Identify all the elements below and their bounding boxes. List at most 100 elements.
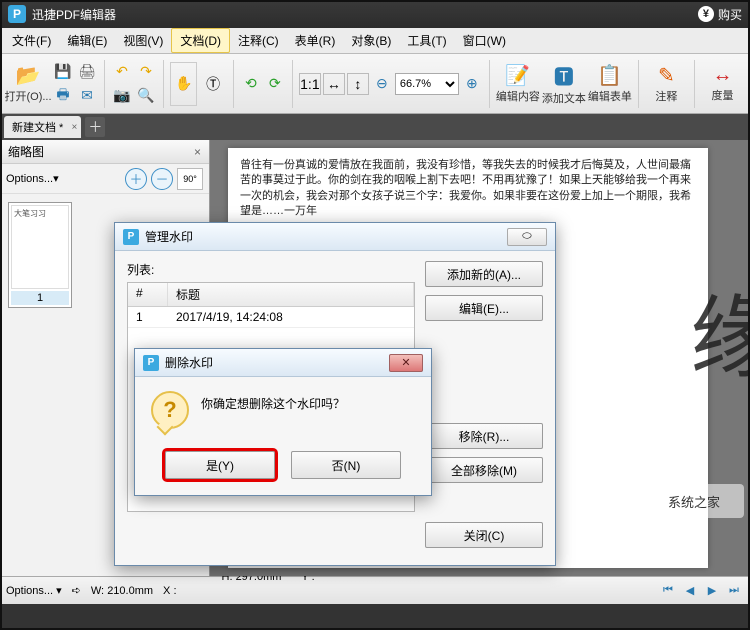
menu-file[interactable]: 文件(F) (4, 28, 59, 53)
save-icon[interactable]: 💾 (52, 61, 74, 83)
no-button[interactable]: 否(N) (291, 451, 401, 479)
text-select-icon[interactable]: Ⓣ (199, 62, 226, 106)
remove-button[interactable]: 移除(R)... (425, 423, 543, 449)
mail-icon[interactable]: ✉ (76, 85, 98, 107)
zoom-controls: 1:1 ↔ ↕ ⊖ 66.7% ⊕ (299, 73, 483, 95)
confirm-dialog-title: 删除水印 (165, 354, 213, 371)
menu-window[interactable]: 窗口(W) (455, 28, 514, 53)
zoom-out-icon[interactable]: ⊖ (371, 73, 393, 95)
app-logo-icon: P (8, 5, 26, 23)
menu-form[interactable]: 表单(R) (287, 28, 344, 53)
rotate-tools: ⟲ ⟳ (240, 73, 286, 95)
toolbar: 📂 打开(O)... 💾 🖨 🖶 ✉ ↶ ↷ 📷 🔍 ✋ Ⓣ ⟲ ⟳ 1:1 ↔… (0, 54, 750, 114)
fit-width-icon[interactable]: ↔ (323, 73, 345, 95)
dialog-logo-icon: P (123, 229, 139, 245)
edit-form-button[interactable]: 📋 编辑表单 (588, 62, 632, 106)
last-page-icon[interactable]: ⏭ (724, 582, 744, 600)
manage-dialog-title: 管理水印 (145, 228, 193, 245)
fit-page-icon[interactable]: 1:1 (299, 73, 321, 95)
zoom-in-icon[interactable]: ⊕ (461, 73, 483, 95)
prev-page-icon[interactable]: ◀ (680, 582, 700, 600)
page-thumbnail[interactable]: 大笔习习 1 (8, 202, 72, 308)
row-number: 1 (128, 307, 168, 327)
edit-button[interactable]: 编辑(E)... (425, 295, 543, 321)
app-title: 迅捷PDF编辑器 (32, 6, 116, 23)
thumb-rotate-button[interactable]: 90° (177, 168, 203, 190)
camera-icon[interactable]: 📷 (111, 85, 133, 107)
currency-icon: ¥ (698, 6, 714, 22)
row-title: 2017/4/19, 14:24:08 (168, 307, 414, 327)
measure-icon: ↔ (712, 64, 732, 87)
question-icon: ? (151, 391, 189, 429)
document-tab[interactable]: 新建文档 * × (4, 116, 81, 138)
edit-content-icon: 📝 (505, 63, 530, 88)
add-tab-button[interactable]: ＋ (85, 117, 105, 137)
menu-bar: 文件(F) 编辑(E) 视图(V) 文档(D) 注释(C) 表单(R) 对象(B… (0, 28, 750, 54)
title-bar: P 迅捷PDF编辑器 ¥ 购买 (0, 0, 750, 28)
open-button[interactable]: 📂 打开(O)... (6, 62, 50, 106)
calligraphy-watermark: 缘 (660, 290, 750, 380)
thumbnail-page-number: 1 (11, 291, 69, 305)
thumb-zoom-out-icon[interactable]: － (151, 168, 173, 190)
status-bar: Options... ▾ ➪ W: 210.0mm X : ⏮ ◀ ▶ ⏭ (0, 576, 750, 604)
menu-document[interactable]: 文档(D) (171, 28, 230, 53)
buy-label: 购买 (718, 6, 742, 23)
delete-confirm-dialog: P 删除水印 ✕ ? 你确定想删除这个水印吗？ 是(Y) 否(N) (134, 348, 432, 496)
corner-watermark: 系统之家 (644, 484, 744, 518)
page-nav: ⏮ ◀ ▶ ⏭ (658, 582, 744, 600)
status-options[interactable]: Options... ▾ (6, 584, 62, 597)
thumbnail-tools: Options... ▾ ＋ － 90° (0, 164, 209, 194)
close-panel-icon[interactable]: × (194, 145, 201, 159)
thumbnail-preview: 大笔习习 (11, 205, 69, 289)
dialog-logo-icon: P (143, 355, 159, 371)
status-arrow-icon[interactable]: ➪ (72, 584, 81, 597)
close-tab-icon[interactable]: × (72, 122, 78, 133)
menu-view[interactable]: 视图(V) (115, 28, 171, 53)
watermark-row[interactable]: 1 2017/4/19, 14:24:08 (128, 307, 414, 328)
redo-icon[interactable]: ↷ (135, 61, 157, 83)
remove-all-button[interactable]: 全部移除(M) (425, 457, 543, 483)
page-xy: X : (163, 585, 176, 597)
annotate-button[interactable]: ✎ 注释 (645, 62, 688, 106)
menu-comment[interactable]: 注释(C) (230, 28, 287, 53)
page-width: W: 210.0mm (91, 585, 153, 597)
rotate-cw-icon[interactable]: ⟳ (264, 73, 286, 95)
list-label: 列表: (127, 261, 415, 278)
manage-dialog-titlebar[interactable]: P 管理水印 ⬭ (115, 223, 555, 251)
confirm-dialog-titlebar[interactable]: P 删除水印 ✕ (135, 349, 431, 377)
menu-edit[interactable]: 编辑(E) (59, 28, 115, 53)
first-page-icon[interactable]: ⏮ (658, 582, 678, 600)
page-text: 曾往有一份真诚的爱情放在我面前，我没有珍惜，等我失去的时候我才后悔莫及，人世间最… (240, 158, 696, 220)
manage-dialog-close-button[interactable]: ⬭ (507, 228, 547, 246)
confirm-dialog-close-button[interactable]: ✕ (389, 354, 423, 372)
thumbnail-options[interactable]: Options... ▾ (6, 172, 59, 185)
close-button[interactable]: 关闭(C) (425, 522, 543, 548)
menu-tool[interactable]: 工具(T) (399, 28, 454, 53)
undo-icon[interactable]: ↶ (111, 61, 133, 83)
rotate-ccw-icon[interactable]: ⟲ (240, 73, 262, 95)
fit-height-icon[interactable]: ↕ (347, 73, 369, 95)
add-text-icon: 🆃 (554, 61, 574, 90)
add-new-button[interactable]: 添加新的(A)... (425, 261, 543, 287)
menu-object[interactable]: 对象(B) (343, 28, 399, 53)
next-page-icon[interactable]: ▶ (702, 582, 722, 600)
edit-tools: ↶ ↷ 📷 🔍 (111, 61, 157, 107)
add-text-button[interactable]: 🆃 添加文本 (542, 62, 586, 106)
thumbnail-panel-title: 缩略图 × (0, 140, 209, 164)
search-icon[interactable]: 🔍 (135, 85, 157, 107)
print-icon[interactable]: 🖨 (76, 61, 98, 83)
edit-content-button[interactable]: 📝 编辑内容 (496, 62, 540, 106)
measure-button[interactable]: ↔ 度量 (701, 62, 744, 106)
thumb-zoom-in-icon[interactable]: ＋ (125, 168, 147, 190)
hand-tool-icon[interactable]: ✋ (170, 62, 197, 106)
yes-button[interactable]: 是(Y) (165, 451, 275, 479)
file-tools: 💾 🖨 🖶 ✉ (52, 61, 98, 107)
zoom-select[interactable]: 66.7% (395, 73, 459, 95)
edit-form-icon: 📋 (597, 63, 622, 88)
printer-icon[interactable]: 🖶 (52, 85, 74, 107)
list-header: # 标题 (128, 283, 414, 307)
buy-button[interactable]: ¥ 购买 (698, 6, 742, 23)
col-title: 标题 (168, 283, 414, 306)
annotate-icon: ✎ (658, 63, 675, 88)
confirm-message: 你确定想删除这个水印吗？ (201, 391, 345, 412)
